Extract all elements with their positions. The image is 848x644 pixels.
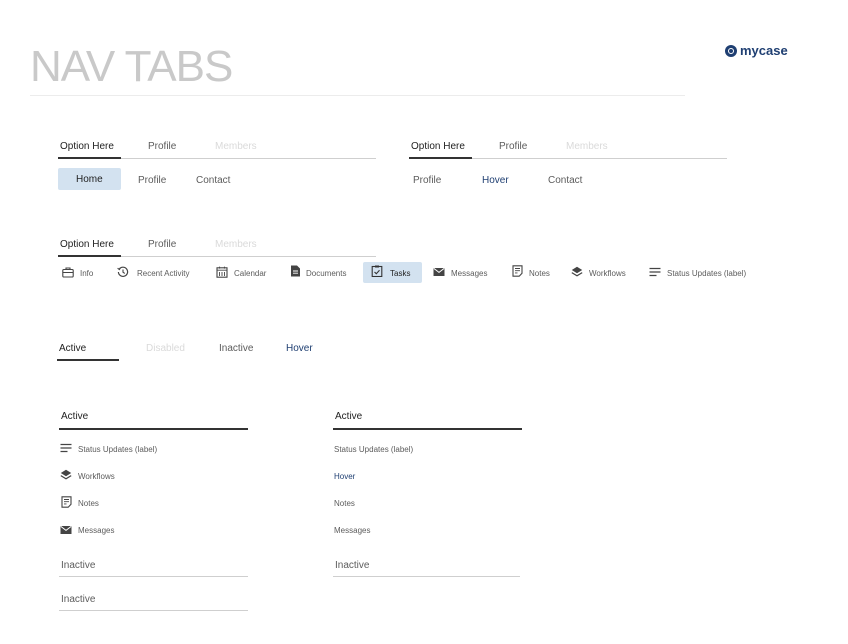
icon-tab-workflows[interactable]: Workflows	[589, 268, 626, 280]
pill-tab-profile[interactable]: Profile	[413, 175, 441, 187]
vertical-item-workflows[interactable]: Workflows	[78, 471, 115, 483]
inactive-tab-underline	[333, 576, 520, 577]
notes-icon	[60, 496, 72, 508]
active-tab-underline	[58, 157, 121, 159]
lines-icon	[60, 442, 72, 454]
vertical-item-notes[interactable]: Notes	[78, 498, 99, 510]
inactive-tab-underline	[59, 576, 248, 577]
tab-option-here[interactable]: Option Here	[411, 141, 465, 153]
calendar-icon	[216, 266, 228, 278]
active-tab-underline	[409, 157, 472, 159]
vertical-tab-inactive[interactable]: Inactive	[61, 594, 95, 606]
document-icon	[289, 265, 301, 277]
state-tab-inactive[interactable]: Inactive	[219, 343, 253, 355]
layers-icon	[60, 469, 72, 481]
envelope-icon	[433, 266, 445, 278]
vertical-item-status-updates[interactable]: Status Updates (label)	[78, 444, 157, 456]
state-tab-disabled: Disabled	[146, 343, 185, 354]
tab-profile[interactable]: Profile	[148, 239, 176, 251]
vertical-item-messages[interactable]: Messages	[334, 525, 370, 537]
pill-tab-profile[interactable]: Profile	[138, 175, 166, 187]
state-tab-active[interactable]: Active	[59, 343, 86, 355]
tab-profile[interactable]: Profile	[499, 141, 527, 153]
active-tab-underline	[333, 428, 522, 430]
logo-text: mycase	[740, 43, 788, 58]
history-icon	[117, 266, 129, 278]
vertical-item-hover[interactable]: Hover	[334, 471, 355, 483]
tab-members-disabled: Members	[215, 239, 257, 250]
vertical-tab-inactive[interactable]: Inactive	[61, 560, 95, 572]
tab-members-disabled: Members	[215, 141, 257, 152]
clipboard-icon	[371, 265, 383, 277]
icon-tab-documents[interactable]: Documents	[306, 268, 346, 280]
title-divider	[30, 95, 685, 96]
tab-option-here[interactable]: Option Here	[60, 239, 114, 251]
tab-option-here[interactable]: Option Here	[60, 141, 114, 153]
notes-icon	[511, 265, 523, 277]
state-tab-hover[interactable]: Hover	[286, 343, 313, 355]
lines-icon	[649, 266, 661, 278]
inactive-tab-underline	[59, 610, 248, 611]
icon-tab-recent-activity[interactable]: Recent Activity	[137, 268, 189, 280]
pill-tab-hover[interactable]: Hover	[482, 175, 509, 187]
mycase-logo: mycase	[725, 43, 788, 58]
icon-tab-calendar[interactable]: Calendar	[234, 268, 266, 280]
active-tab-underline	[57, 359, 119, 361]
vertical-tab-active[interactable]: Active	[61, 411, 88, 423]
tab-members-disabled: Members	[566, 141, 608, 152]
briefcase-icon	[62, 266, 74, 278]
envelope-icon	[60, 524, 72, 536]
vertical-item-status-updates[interactable]: Status Updates (label)	[334, 444, 413, 456]
vertical-item-notes[interactable]: Notes	[334, 498, 355, 510]
icon-tab-status-updates[interactable]: Status Updates (label)	[667, 268, 746, 280]
icon-tab-messages[interactable]: Messages	[451, 268, 487, 280]
pill-tab-contact[interactable]: Contact	[196, 175, 230, 187]
active-tab-underline	[59, 428, 248, 430]
vertical-tab-active[interactable]: Active	[335, 411, 362, 423]
pill-tab-home[interactable]: Home	[76, 174, 103, 186]
page-title: NAV TABS	[30, 42, 233, 91]
vertical-item-messages[interactable]: Messages	[78, 525, 114, 537]
icon-tab-tasks[interactable]: Tasks	[390, 268, 410, 280]
logo-mark-icon	[725, 44, 737, 57]
tab-profile[interactable]: Profile	[148, 141, 176, 153]
active-tab-underline	[58, 255, 121, 257]
pill-tab-contact[interactable]: Contact	[548, 175, 582, 187]
layers-icon	[571, 266, 583, 278]
icon-tab-notes[interactable]: Notes	[529, 268, 550, 280]
icon-tab-info[interactable]: Info	[80, 268, 93, 280]
vertical-tab-inactive[interactable]: Inactive	[335, 560, 369, 572]
